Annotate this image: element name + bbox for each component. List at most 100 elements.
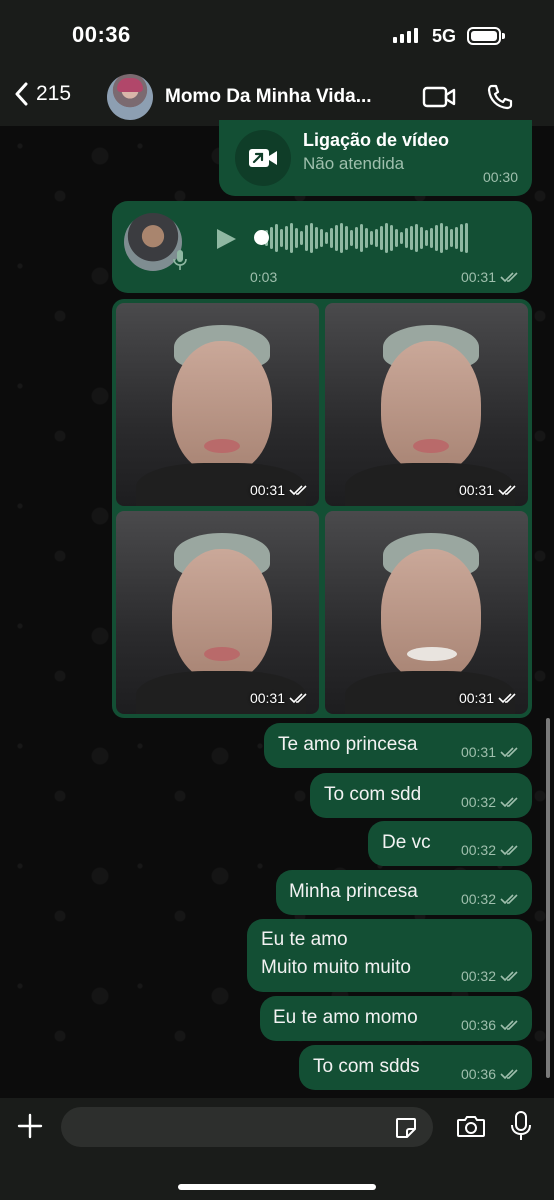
photo-thumbnail[interactable]: 00:31 bbox=[325, 303, 528, 506]
message-text: Eu te amo momo bbox=[273, 1007, 418, 1028]
camera-icon[interactable] bbox=[456, 1114, 486, 1138]
message-meta: 00:32 bbox=[461, 968, 520, 984]
waveform-bar bbox=[420, 227, 423, 249]
battery-icon bbox=[467, 27, 505, 45]
waveform-bar bbox=[425, 230, 428, 246]
call-status: Não atendida bbox=[303, 154, 405, 173]
photo-album-bubble[interactable]: 00:31 00:31 00:31 00:31 bbox=[112, 299, 532, 718]
waveform-bar bbox=[310, 223, 313, 253]
message-text-line: Eu te amo bbox=[261, 929, 348, 950]
home-indicator bbox=[178, 1184, 376, 1190]
message-time: 00:36 bbox=[460, 1017, 496, 1033]
message-meta: 00:32 bbox=[461, 842, 520, 858]
mic-icon[interactable] bbox=[510, 1111, 532, 1141]
waveform-bar bbox=[315, 227, 318, 249]
waveform-bar bbox=[395, 229, 398, 247]
message-text: Minha princesa bbox=[289, 881, 418, 902]
photo-thumbnail[interactable]: 00:31 bbox=[116, 303, 319, 506]
double-check-icon bbox=[500, 747, 518, 758]
waveform-bar bbox=[370, 231, 373, 245]
voice-duration: 0:03 bbox=[250, 269, 278, 285]
double-check-icon bbox=[500, 272, 518, 283]
message-time: 00:32 bbox=[460, 842, 496, 858]
waveform-bar bbox=[330, 228, 333, 248]
mic-icon bbox=[173, 250, 187, 270]
waveform-bar bbox=[385, 223, 388, 253]
photo-time: 00:31 bbox=[458, 482, 494, 498]
message-text: To com sdd bbox=[324, 784, 422, 805]
message-time: 00:36 bbox=[460, 1066, 496, 1082]
waveform-bar bbox=[400, 232, 403, 244]
waveform-bar bbox=[415, 224, 418, 252]
sticker-icon[interactable] bbox=[394, 1116, 418, 1140]
waveform-bar bbox=[375, 229, 378, 247]
double-check-icon bbox=[500, 894, 518, 905]
message-meta: 00:31 bbox=[461, 744, 520, 760]
missed-video-call-icon bbox=[235, 130, 291, 186]
waveform-bar bbox=[355, 227, 358, 249]
waveform-bar bbox=[460, 224, 463, 252]
photo-thumbnail[interactable]: 00:31 bbox=[325, 511, 528, 714]
message-bubble[interactable]: To com sdds 00:36 bbox=[299, 1045, 532, 1090]
photo-thumbnail[interactable]: 00:31 bbox=[116, 511, 319, 714]
waveform-bar bbox=[360, 224, 363, 252]
waveform-bar bbox=[280, 229, 283, 247]
photo-time: 00:31 bbox=[458, 690, 494, 706]
waveform-bar bbox=[380, 226, 383, 250]
waveform-bar bbox=[435, 225, 438, 251]
photo-time: 00:31 bbox=[249, 482, 285, 498]
waveform-bar bbox=[290, 223, 293, 253]
message-text-line: Muito muito muito bbox=[261, 957, 411, 978]
double-check-icon bbox=[289, 693, 307, 704]
message-bubble[interactable]: Minha princesa 00:32 bbox=[276, 870, 532, 915]
message-bubble[interactable]: Eu te amo momo 00:36 bbox=[260, 996, 532, 1041]
call-title: Ligação de vídeo bbox=[303, 130, 450, 150]
voice-meta: 00:31 bbox=[461, 269, 520, 285]
waveform-bar bbox=[450, 229, 453, 247]
plus-icon[interactable] bbox=[16, 1112, 44, 1140]
voice-waveform[interactable] bbox=[260, 221, 468, 255]
waveform-bar bbox=[270, 227, 273, 249]
waveform-bar bbox=[440, 223, 443, 253]
waveform-bar bbox=[285, 226, 288, 250]
play-icon[interactable] bbox=[214, 227, 238, 251]
waveform-bar bbox=[340, 223, 343, 253]
message-text: To com sdds bbox=[313, 1056, 420, 1077]
double-check-icon bbox=[500, 845, 518, 856]
signal-icon bbox=[393, 28, 418, 43]
network-label: 5G bbox=[432, 26, 457, 46]
playback-scrubber[interactable] bbox=[254, 230, 269, 245]
contact-avatar[interactable] bbox=[107, 74, 153, 120]
missed-call-bubble[interactable]: Ligação de vídeo Não atendida 00:30 bbox=[219, 120, 532, 196]
waveform-bar bbox=[445, 226, 448, 250]
photo-meta: 00:31 bbox=[459, 482, 518, 498]
photo-meta: 00:31 bbox=[250, 482, 309, 498]
message-meta: 00:32 bbox=[461, 794, 520, 810]
voice-message-bubble[interactable]: 0:03 00:31 bbox=[112, 201, 532, 293]
message-bubble[interactable]: De vc 00:32 bbox=[368, 821, 532, 866]
message-bubble[interactable]: Te amo princesa 00:31 bbox=[264, 723, 532, 768]
back-button[interactable]: 215 bbox=[14, 82, 71, 106]
phone-call-icon[interactable] bbox=[486, 83, 514, 111]
chat-scrollbar[interactable] bbox=[546, 718, 550, 1078]
message-time: 00:32 bbox=[460, 794, 496, 810]
message-bubble[interactable]: To com sdd 00:32 bbox=[310, 773, 532, 818]
message-bubble[interactable]: Eu te amo Muito muito muito 00:32 bbox=[247, 919, 532, 992]
message-meta: 00:32 bbox=[461, 891, 520, 907]
waveform-bar bbox=[410, 226, 413, 250]
photo-meta: 00:31 bbox=[250, 690, 309, 706]
message-time: 00:32 bbox=[460, 891, 496, 907]
waveform-bar bbox=[430, 228, 433, 248]
photo-time: 00:31 bbox=[249, 690, 285, 706]
chevron-left-icon bbox=[15, 82, 28, 106]
status-time: 00:36 bbox=[72, 22, 131, 47]
photo-meta: 00:31 bbox=[459, 690, 518, 706]
waveform-bar bbox=[350, 230, 353, 246]
unread-count: 215 bbox=[36, 82, 72, 105]
video-call-icon[interactable] bbox=[422, 86, 456, 108]
waveform-bar bbox=[320, 229, 323, 247]
waveform-bar bbox=[295, 228, 298, 248]
waveform-bar bbox=[365, 228, 368, 248]
contact-name[interactable]: Momo Da Minha Vida... bbox=[165, 86, 372, 108]
message-input[interactable] bbox=[61, 1107, 433, 1147]
